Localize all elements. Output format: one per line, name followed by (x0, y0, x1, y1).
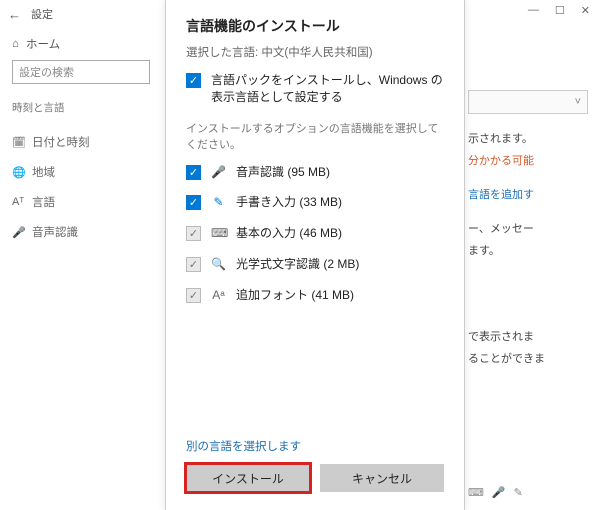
nav-label: 言語 (32, 194, 55, 210)
close-icon[interactable]: ✕ (581, 4, 590, 17)
nav-label: 日付と時刻 (32, 134, 90, 150)
nav-icon: Aᵀ (12, 196, 24, 208)
choose-different-language-link[interactable]: 別の言語を選択します (166, 438, 464, 454)
pen-icon: ✎ (211, 195, 226, 209)
sidebar-item[interactable]: 🎤 音声認識 (12, 217, 150, 247)
dropdown-clipped[interactable]: ˅ (468, 90, 588, 114)
back-icon[interactable]: ← (8, 7, 21, 22)
keyboard-icon: ⌨ (468, 486, 484, 499)
nav-label: 地域 (32, 164, 55, 180)
feature-option: ✓ Aᵃ 追加フォント (41 MB) (186, 287, 444, 304)
search-placeholder: 設定の検索 (19, 64, 74, 80)
features-instruction: インストールするオプションの言語機能を選択してください。 (186, 120, 444, 152)
option-set-display-language[interactable]: ✓ 言語パックをインストールし、Windows の表示言語として設定する (186, 72, 444, 106)
sidebar-home[interactable]: ⌂ ホーム (12, 36, 150, 52)
selected-language: 選択した言語: 中文(中华人民共和国) (186, 44, 444, 60)
sidebar-item[interactable]: Aᵀ 言語 (12, 187, 150, 217)
option-label: 言語パックをインストールし、Windows の表示言語として設定する (211, 72, 444, 106)
window-controls[interactable]: — ☐ ✕ (528, 4, 590, 17)
ocr-icon: 🔍 (211, 257, 226, 271)
ime-indicator-icons: ⌨ 🎤 ✎ (468, 486, 588, 499)
sidebar-item[interactable]: 🗓 日付と時刻 (12, 127, 150, 157)
nav-icon: 🌐 (12, 166, 24, 179)
dialog-buttons: インストール キャンセル (166, 464, 464, 510)
font-icon: Aᵃ (211, 288, 226, 302)
feature-label: 追加フォント (41 MB) (236, 287, 354, 304)
checkbox: ✓ (186, 288, 201, 303)
checkbox[interactable]: ✓ (186, 165, 201, 180)
minimize-icon[interactable]: — (528, 4, 539, 17)
checkbox[interactable]: ✓ (186, 195, 201, 210)
checkbox: ✓ (186, 226, 201, 241)
feature-option: ✓ ⌨ 基本の入力 (46 MB) (186, 225, 444, 242)
nav-icon: 🗓 (12, 136, 24, 149)
sidebar-category: 時刻と言語 (12, 100, 150, 115)
maximize-icon[interactable]: ☐ (555, 4, 565, 17)
checkbox: ✓ (186, 257, 201, 272)
keyboard-icon: ⌨ (211, 226, 226, 240)
cancel-button[interactable]: キャンセル (320, 464, 444, 492)
app-title: 設定 (31, 6, 53, 22)
home-icon: ⌂ (12, 38, 19, 50)
nav-label: 音声認識 (32, 224, 78, 240)
chevron-down-icon: ˅ (575, 96, 581, 108)
feature-option: ✓ 🔍 光学式文字認識 (2 MB) (186, 256, 444, 273)
feature-label: 音声認識 (95 MB) (236, 164, 330, 181)
home-label: ホーム (26, 36, 60, 52)
feature-label: 手書き入力 (33 MB) (236, 194, 342, 211)
mic-icon: 🎤 (211, 165, 226, 179)
dialog-title: 言語機能のインストール (186, 16, 444, 36)
pen-icon: ✎ (514, 486, 523, 499)
feature-option[interactable]: ✓ ✎ 手書き入力 (33 MB) (186, 194, 444, 211)
sidebar-item[interactable]: 🌐 地域 (12, 157, 150, 187)
nav-icon: 🎤 (12, 226, 24, 239)
install-language-features-dialog: 言語機能のインストール 選択した言語: 中文(中华人民共和国) ✓ 言語パックを… (165, 0, 465, 510)
settings-sidebar: ⌂ ホーム 設定の検索 時刻と言語 🗓 日付と時刻 🌐 地域 Aᵀ 言語 🎤 音声認識 (0, 28, 162, 510)
feature-label: 光学式文字認識 (2 MB) (236, 256, 359, 273)
feature-label: 基本の入力 (46 MB) (236, 225, 342, 242)
settings-content-clipped: ˅ 示されます。 分かかる可能 言語を追加す ー、メッセー ます。 で表示されま… (468, 90, 588, 499)
search-input[interactable]: 設定の検索 (12, 60, 150, 84)
checkbox[interactable]: ✓ (186, 73, 201, 88)
feature-option[interactable]: ✓ 🎤 音声認識 (95 MB) (186, 164, 444, 181)
install-button[interactable]: インストール (186, 464, 310, 492)
mic-icon: 🎤 (492, 486, 506, 499)
